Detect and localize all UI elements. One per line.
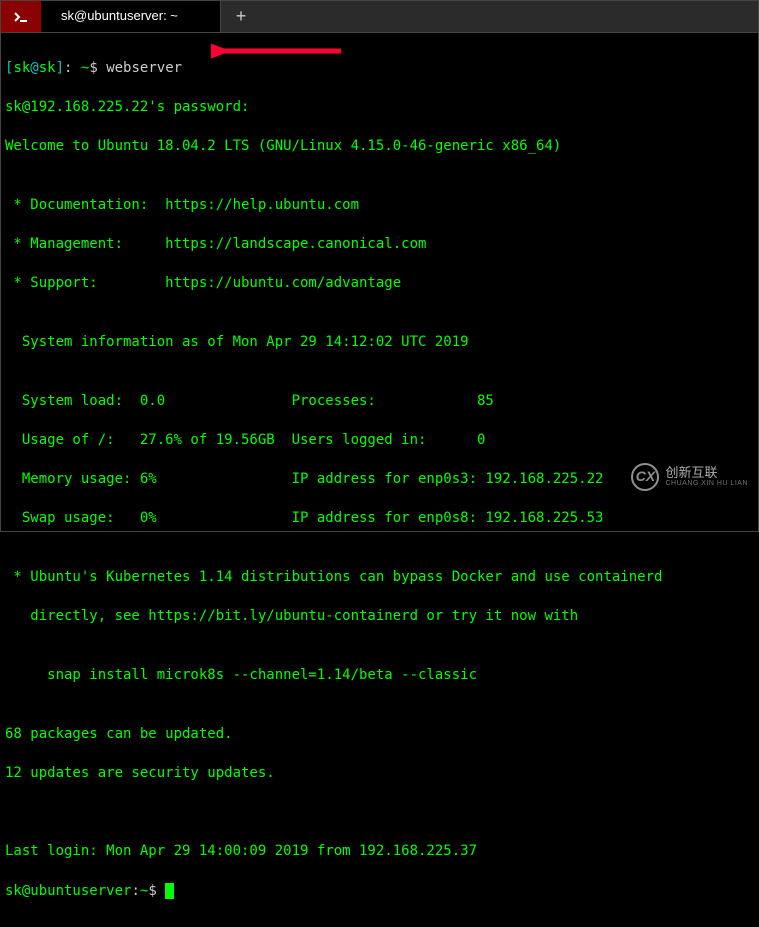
watermark-logo-icon: CX (631, 463, 659, 491)
support-line: * Support: https://ubuntu.com/advantage (5, 274, 754, 294)
sysinfo-row: Usage of /: 27.6% of 19.56GB Users logge… (5, 431, 754, 451)
watermark-text-en: CHUANG XIN HU LIAN (665, 480, 748, 488)
snap-line: snap install microk8s --channel=1.14/bet… (5, 666, 754, 686)
updates-line: 68 packages can be updated. (5, 725, 754, 745)
plus-icon: + (236, 4, 247, 29)
watermark-text-cn: 创新互联 (665, 466, 748, 481)
prompt-userhost: sk@ubuntuserver (5, 883, 131, 899)
sep: : (131, 883, 139, 899)
sysinfo-row: System load: 0.0 Processes: 85 (5, 392, 754, 412)
watermark: CX 创新互联 CHUANG XIN HU LIAN (631, 463, 748, 491)
tab-title: sk@ubuntuserver: ~ (61, 7, 178, 25)
mgmt-line: * Management: https://landscape.canonica… (5, 235, 754, 255)
new-tab-button[interactable]: + (221, 1, 261, 32)
prompt-line-1: [sk@sk]: ~$ webserver (5, 59, 754, 79)
bracket: ] (56, 60, 64, 76)
sep: : (64, 60, 81, 76)
last-login-line: Last login: Mon Apr 29 14:00:09 2019 fro… (5, 842, 754, 862)
typed-command: webserver (106, 60, 182, 76)
annotation-arrow-icon (211, 41, 351, 61)
tab-active[interactable]: sk@ubuntuserver: ~ (41, 1, 221, 32)
dollar: $ (148, 883, 165, 899)
sysinfo-row: Swap usage: 0% IP address for enp0s8: 19… (5, 509, 754, 529)
sysinfo-header: System information as of Mon Apr 29 14:1… (5, 333, 754, 353)
terminal-icon (1, 1, 41, 32)
doc-line: * Documentation: https://help.ubuntu.com (5, 196, 754, 216)
k8s-line: * Ubuntu's Kubernetes 1.14 distributions… (5, 568, 754, 588)
cursor-block (165, 883, 174, 899)
tab-bar: sk@ubuntuserver: ~ + (1, 1, 758, 33)
updates-line: 12 updates are security updates. (5, 764, 754, 784)
prompt-line-2: sk@ubuntuserver:~$ (5, 882, 754, 902)
k8s-line: directly, see https://bit.ly/ubuntu-cont… (5, 607, 754, 627)
prompt-host: sk (39, 60, 56, 76)
dollar: $ (89, 60, 106, 76)
prompt-user: sk (13, 60, 30, 76)
prompt-path: ~ (140, 883, 148, 899)
at-sign: @ (30, 60, 38, 76)
password-prompt: sk@192.168.225.22's password: (5, 98, 754, 118)
welcome-line: Welcome to Ubuntu 18.04.2 LTS (GNU/Linux… (5, 137, 754, 157)
